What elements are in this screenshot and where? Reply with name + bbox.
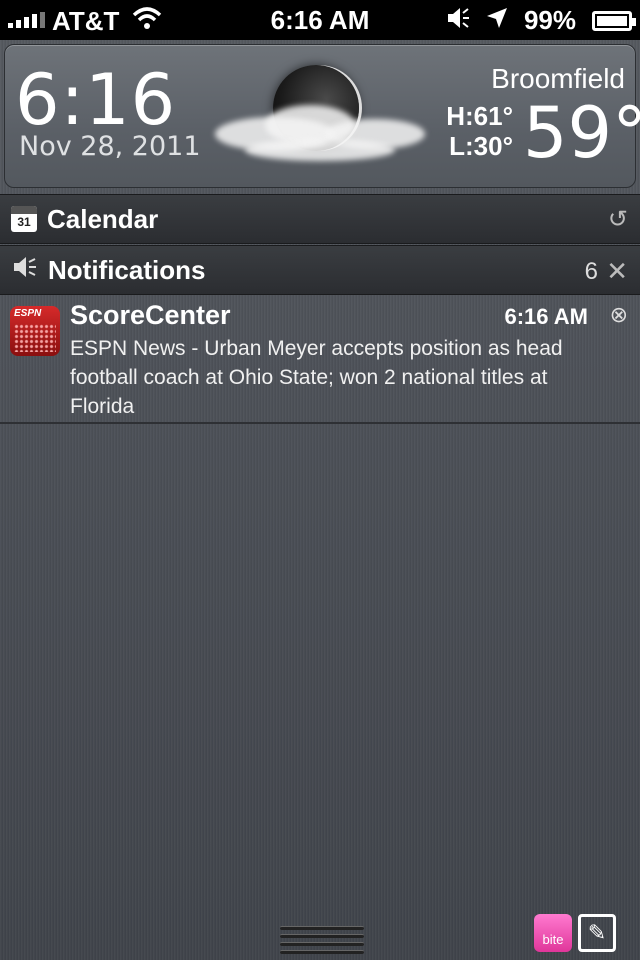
dismiss-icon[interactable]: ⊗ xyxy=(610,302,628,328)
calendar-section-header[interactable]: 31 Calendar ↺ xyxy=(0,194,640,244)
notifications-section-header: Notifications 6 ✕ xyxy=(0,245,640,295)
battery-icon xyxy=(592,10,636,31)
pull-up-handle[interactable] xyxy=(280,926,364,960)
refresh-icon[interactable]: ↺ xyxy=(608,205,628,234)
weather-widget[interactable]: 6:16 Nov 28, 2011 Broomfield H:61° L:30°… xyxy=(4,44,640,188)
notification-app-name: ScoreCenter xyxy=(70,300,231,330)
weather-high: H:61° xyxy=(446,101,513,131)
mute-icon xyxy=(446,5,470,36)
status-bar: AT&T 6:16 AM 99% xyxy=(0,0,640,40)
bite-app-icon[interactable]: bite xyxy=(534,914,572,952)
weather-city: Broomfield xyxy=(491,63,625,94)
location-arrow-icon xyxy=(486,5,508,36)
calendar-label: Calendar xyxy=(47,203,159,234)
weather-low: L:30° xyxy=(449,131,513,161)
moon-cloud-icon xyxy=(205,59,435,179)
weather-temperature: 59° xyxy=(523,92,640,174)
notification-message: ESPN News - Urban Meyer accepts position… xyxy=(70,337,563,418)
compose-icon[interactable]: ✎ xyxy=(578,914,616,952)
scorecenter-app-icon: ESPN xyxy=(10,306,60,356)
notifications-label: Notifications xyxy=(48,254,206,285)
notification-time: 6:16 AM xyxy=(504,304,588,329)
notification-count: 6 xyxy=(584,258,598,285)
clear-notifications-icon[interactable]: ✕ xyxy=(606,256,628,287)
notification-item[interactable]: ESPN ScoreCenter 6:16 AM ⊗ ESPN News - U… xyxy=(0,296,640,424)
widget-date: Nov 28, 2011 xyxy=(19,131,201,162)
calendar-icon: 31 xyxy=(11,206,37,232)
speaker-icon xyxy=(12,256,38,285)
weather-high-low: H:61° L:30° xyxy=(439,101,513,161)
widget-time: 6:16 xyxy=(15,59,177,141)
battery-percent: 99% xyxy=(523,5,576,35)
